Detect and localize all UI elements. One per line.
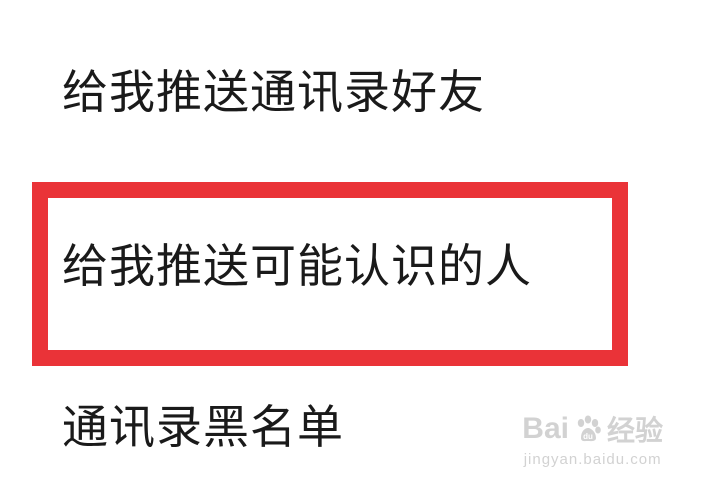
baidu-jingyan-watermark: Bai du 经验 jingyan.baidu.com: [522, 409, 663, 468]
watermark-logo-text: Bai: [522, 412, 569, 445]
watermark-jingyan-text: 经验: [606, 414, 663, 447]
red-highlight-box: [32, 182, 628, 366]
svg-text:du: du: [583, 432, 593, 441]
setting-push-contacts-friends[interactable]: 给我推送通讯录好友: [62, 62, 485, 122]
watermark-url: jingyan.baidu.com: [523, 451, 662, 468]
setting-contacts-blacklist[interactable]: 通讯录黑名单: [62, 397, 344, 457]
baidu-paw-icon: du: [577, 415, 601, 442]
